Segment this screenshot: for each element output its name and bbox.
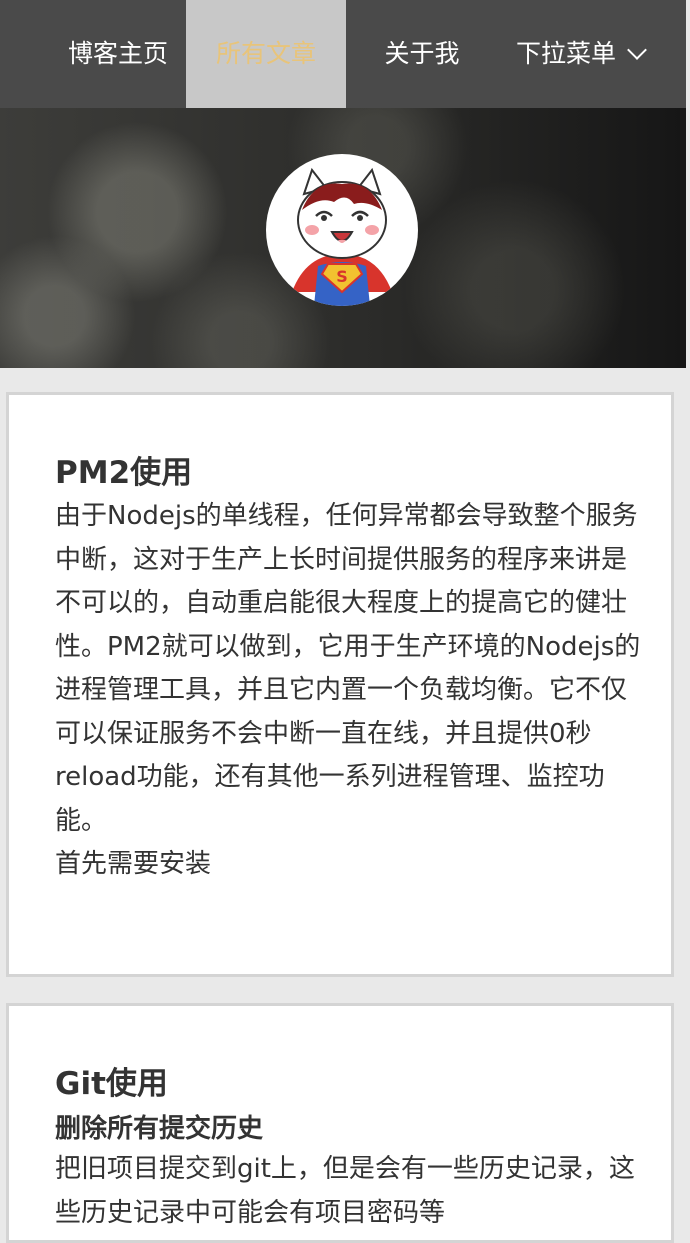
post-title[interactable]: PM2使用 bbox=[55, 447, 192, 492]
post-excerpt-text: 由于Nodejs的单线程，任何异常都会导致整个服务中断，这对于生产上长时间提供服… bbox=[55, 501, 641, 836]
post-excerpt-tail: 首先需要安装 bbox=[55, 849, 212, 879]
post-card[interactable]: Git使用 删除所有提交历史 把旧项目提交到git上，但是会有一些历史记录，这些… bbox=[6, 1003, 674, 1243]
svg-text:S: S bbox=[336, 267, 348, 286]
header-banner: S bbox=[0, 108, 686, 368]
post-excerpt: 由于Nodejs的单线程，任何异常都会导致整个服务中断，这对于生产上长时间提供服… bbox=[55, 495, 641, 887]
avatar[interactable]: S bbox=[266, 154, 418, 306]
post-title[interactable]: Git使用 bbox=[55, 1058, 168, 1103]
nav-item-about-me[interactable]: 关于我 bbox=[362, 0, 482, 108]
nav-item-blog-home[interactable]: 博客主页 bbox=[52, 0, 184, 108]
post-subheading: 删除所有提交历史 bbox=[55, 1114, 264, 1144]
post-card[interactable]: PM2使用 由于Nodejs的单线程，任何异常都会导致整个服务中断，这对于生产上… bbox=[6, 392, 674, 977]
dropdown-menu-label: 下拉菜单 bbox=[516, 39, 617, 68]
chevron-down-icon bbox=[627, 40, 647, 60]
nav-item-dropdown-menu[interactable]: 下拉菜单 bbox=[500, 0, 670, 108]
superman-cat-avatar-icon: S bbox=[292, 167, 392, 306]
top-navbar: 博客主页 所有文章 关于我 下拉菜单 bbox=[0, 0, 686, 108]
nav-item-all-posts[interactable]: 所有文章 bbox=[186, 0, 346, 108]
